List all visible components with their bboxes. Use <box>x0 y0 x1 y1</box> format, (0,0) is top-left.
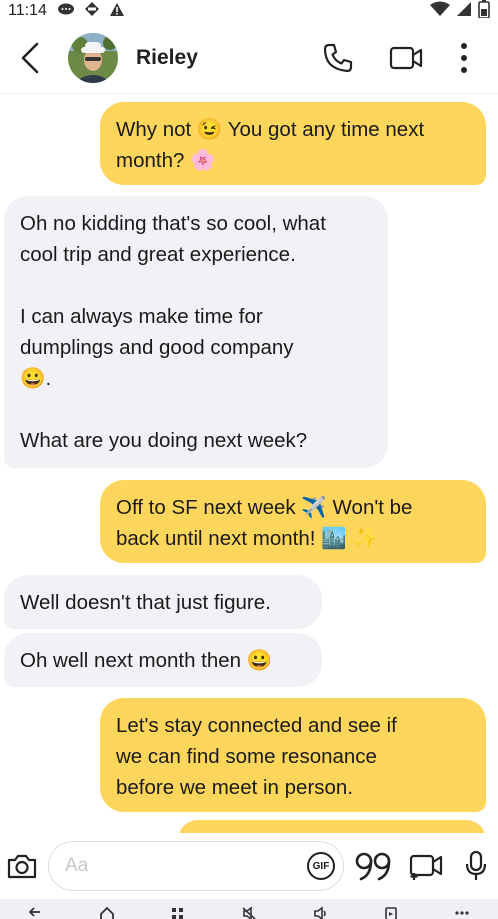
apps-nav-icon[interactable] <box>170 905 186 919</box>
message-incoming[interactable]: Oh no kidding that's so cool, what cool … <box>4 196 388 468</box>
quote-icon <box>355 852 391 881</box>
avatar[interactable] <box>68 32 118 83</box>
signal-icon <box>456 1 472 21</box>
message-incoming[interactable]: Well doesn't that just figure. <box>4 575 322 629</box>
more-options-button[interactable] <box>444 30 484 86</box>
composer-bar: GIF <box>0 833 498 899</box>
home-nav-icon[interactable] <box>99 905 115 919</box>
message-outgoing-partial[interactable] <box>178 820 486 833</box>
status-time: 11:14 <box>8 2 47 19</box>
screenshot-nav-icon[interactable] <box>383 905 399 919</box>
more-nav-icon[interactable] <box>454 905 470 919</box>
video-note-button[interactable] <box>404 844 448 888</box>
video-camera-icon <box>389 46 423 69</box>
more-vertical-icon <box>461 42 467 73</box>
video-note-icon <box>409 854 443 880</box>
message-input[interactable] <box>65 855 275 877</box>
call-button[interactable] <box>310 30 366 86</box>
message-incoming[interactable]: Oh well next month then 😀 <box>4 633 322 687</box>
vpn-icon <box>83 1 101 21</box>
message-outgoing[interactable]: Off to SF next week ✈️ Won't be back unt… <box>100 480 486 563</box>
back-button[interactable] <box>2 30 58 86</box>
conversation-header: Rieley <box>0 22 498 94</box>
microphone-icon <box>465 850 487 880</box>
system-nav-bar <box>0 899 498 919</box>
phone-icon <box>323 43 353 72</box>
message-thread[interactable]: Why not 😉 You got any time next month? 🌸… <box>0 95 498 833</box>
chevron-left-icon <box>21 42 39 73</box>
gif-button[interactable]: GIF <box>307 852 335 880</box>
battery-icon <box>478 0 490 22</box>
video-call-button[interactable] <box>378 30 434 86</box>
message-field[interactable]: GIF <box>48 841 344 891</box>
mute-nav-icon[interactable] <box>241 905 257 919</box>
status-bar: 11:14 <box>0 0 498 22</box>
wifi-icon <box>430 1 450 21</box>
camera-icon <box>7 854 37 879</box>
voice-message-button[interactable] <box>454 844 498 888</box>
quote-button[interactable] <box>352 844 396 888</box>
chat-bubble-icon <box>57 2 75 21</box>
camera-button[interactable] <box>2 846 42 886</box>
volume-nav-icon[interactable] <box>312 905 328 919</box>
message-outgoing[interactable]: Let's stay connected and see if we can f… <box>100 698 486 812</box>
gif-icon: GIF <box>312 860 330 872</box>
contact-name[interactable]: Rieley <box>136 46 198 70</box>
message-outgoing[interactable]: Why not 😉 You got any time next month? 🌸 <box>100 102 486 185</box>
back-nav-icon[interactable] <box>28 905 44 919</box>
alert-icon <box>109 2 125 21</box>
